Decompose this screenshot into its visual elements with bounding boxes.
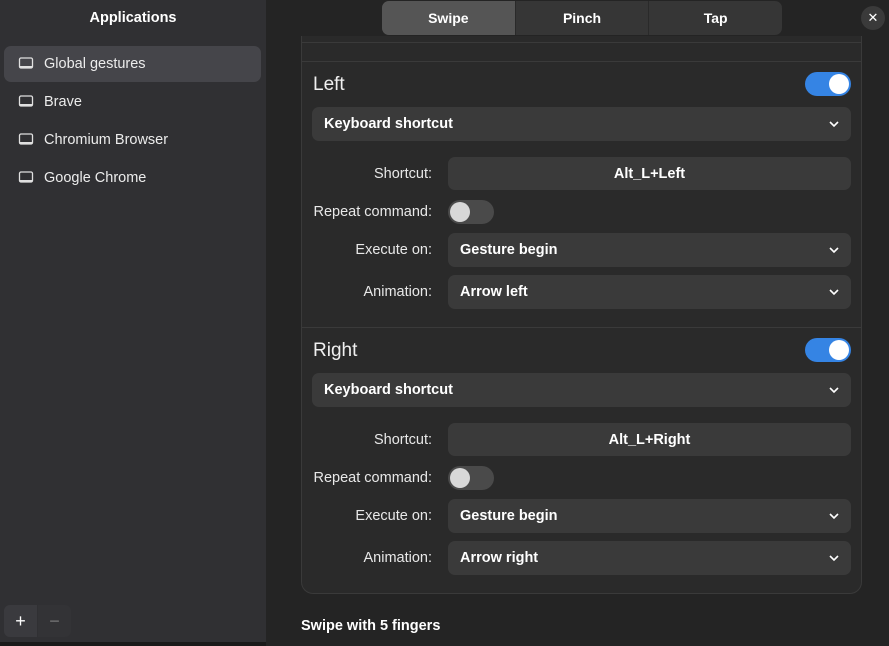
app-item-label: Brave <box>44 94 82 110</box>
dropdown-value: Gesture begin <box>460 508 558 524</box>
left-action-dropdown[interactable]: Keyboard shortcut <box>312 107 851 141</box>
toggle-knob <box>450 468 470 488</box>
sidebar-bottom-strip <box>0 642 266 646</box>
animation-label: Animation: <box>363 284 432 300</box>
add-app-button[interactable]: + <box>4 605 37 637</box>
repeat-command-label: Repeat command: <box>313 470 432 486</box>
close-icon: ✕ <box>867 10 879 25</box>
chevron-down-icon <box>829 289 839 296</box>
tab-tap[interactable]: Tap <box>649 1 782 35</box>
divider <box>302 61 861 62</box>
header-bar: Swipe Pinch Tap ✕ <box>266 0 889 36</box>
shortcut-label: Shortcut: <box>373 432 432 448</box>
animation-label: Animation: <box>363 550 432 566</box>
dropdown-value: Gesture begin <box>460 242 558 258</box>
sidebar-toolbar: + − <box>4 605 71 637</box>
right-enabled-toggle[interactable] <box>805 338 851 362</box>
tab-pinch[interactable]: Pinch <box>516 1 650 35</box>
chevron-down-icon <box>829 121 839 128</box>
left-enabled-toggle[interactable] <box>805 72 851 96</box>
app-item-brave[interactable]: Brave <box>4 84 261 120</box>
main-content: Left Keyboard shortcut Shortcut: Alt_L+L… <box>266 36 889 646</box>
execute-on-label: Execute on: <box>355 508 432 524</box>
toggle-knob <box>450 202 470 222</box>
section-title-left: Left <box>313 74 345 95</box>
monitor-icon <box>18 133 34 145</box>
sidebar: Applications Global gestures Brave Chrom… <box>0 0 266 646</box>
gesture-type-switcher: Swipe Pinch Tap <box>382 1 782 35</box>
app-item-label: Chromium Browser <box>44 132 169 148</box>
dropdown-value: Arrow right <box>460 550 539 566</box>
left-shortcut-button[interactable]: Alt_L+Left <box>448 157 851 190</box>
toggle-knob <box>829 74 849 94</box>
remove-app-button[interactable]: − <box>38 605 71 637</box>
section-title-right: Right <box>313 340 358 361</box>
chevron-down-icon <box>829 247 839 254</box>
app-item-global-gestures[interactable]: Global gestures <box>4 46 261 82</box>
close-button[interactable]: ✕ <box>861 6 885 30</box>
monitor-icon <box>18 57 34 69</box>
execute-on-label: Execute on: <box>355 242 432 258</box>
dropdown-value: Keyboard shortcut <box>324 116 453 132</box>
shortcut-label: Shortcut: <box>373 166 432 182</box>
toggle-knob <box>829 340 849 360</box>
right-action-dropdown[interactable]: Keyboard shortcut <box>312 373 851 407</box>
app-item-chromium-browser[interactable]: Chromium Browser <box>4 122 261 158</box>
gesture-card: Left Keyboard shortcut Shortcut: Alt_L+L… <box>301 36 862 594</box>
dropdown-value: Arrow left <box>460 284 528 300</box>
left-repeat-toggle[interactable] <box>448 200 494 224</box>
right-shortcut-button[interactable]: Alt_L+Right <box>448 423 851 456</box>
monitor-icon <box>18 171 34 183</box>
divider <box>302 42 861 43</box>
chevron-down-icon <box>829 387 839 394</box>
left-execute-on-dropdown[interactable]: Gesture begin <box>448 233 851 267</box>
chevron-down-icon <box>829 555 839 562</box>
right-animation-dropdown[interactable]: Arrow right <box>448 541 851 575</box>
app-item-label: Google Chrome <box>44 170 147 186</box>
monitor-icon <box>18 95 34 107</box>
sidebar-title: Applications <box>89 10 177 26</box>
group-heading-5-fingers: Swipe with 5 fingers <box>301 618 441 634</box>
right-repeat-toggle[interactable] <box>448 466 494 490</box>
dropdown-value: Keyboard shortcut <box>324 382 453 398</box>
tab-swipe[interactable]: Swipe <box>382 1 516 35</box>
app-list: Global gestures Brave Chromium Browser G… <box>4 46 261 198</box>
repeat-command-label: Repeat command: <box>313 204 432 220</box>
app-item-google-chrome[interactable]: Google Chrome <box>4 160 261 196</box>
right-execute-on-dropdown[interactable]: Gesture begin <box>448 499 851 533</box>
app-item-label: Global gestures <box>44 56 146 72</box>
left-animation-dropdown[interactable]: Arrow left <box>448 275 851 309</box>
divider <box>302 327 861 328</box>
chevron-down-icon <box>829 513 839 520</box>
